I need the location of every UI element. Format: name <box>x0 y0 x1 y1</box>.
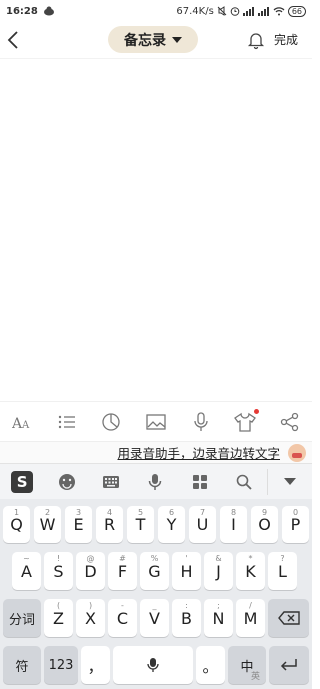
format-toolbar: AA <box>0 401 312 441</box>
language-switch-key[interactable]: 中英 <box>228 646 266 684</box>
key-g[interactable]: % G <box>140 552 169 590</box>
keyboard-button[interactable] <box>89 464 133 500</box>
key-o[interactable]: 9O <box>251 506 278 543</box>
back-arrow-icon <box>7 31 18 49</box>
page-title: 备忘录 <box>124 32 166 49</box>
key-r[interactable]: 4R <box>96 506 123 543</box>
share-icon[interactable] <box>278 410 302 434</box>
battery-indicator: 66 <box>287 5 306 17</box>
microphone-icon[interactable] <box>189 410 213 434</box>
search-button[interactable] <box>222 464 266 500</box>
key-e[interactable]: 3E <box>65 506 92 543</box>
numbers-key[interactable]: 123 <box>44 646 78 684</box>
key-i[interactable]: 8I <box>220 506 247 543</box>
key-p[interactable]: 0P <box>282 506 309 543</box>
apps-button[interactable] <box>178 464 222 500</box>
voice-icon <box>149 473 162 490</box>
sogou-logo-button[interactable]: S <box>0 464 44 500</box>
key-w[interactable]: 2W <box>34 506 61 543</box>
caret-down-icon <box>172 36 182 43</box>
key-h[interactable]: ' H <box>172 552 201 590</box>
list-icon[interactable] <box>55 410 79 434</box>
wifi-icon <box>273 7 285 16</box>
key-m[interactable]: / M <box>236 599 265 637</box>
signal-icon <box>242 7 254 16</box>
voice-assistant-suggestion[interactable]: 用录音助手，边录音边转文字 <box>0 441 312 463</box>
key-y[interactable]: 6Y <box>158 506 185 543</box>
status-bar: 16:28 67.4K/s 66 <box>0 0 312 22</box>
done-button[interactable]: 完成 <box>274 31 298 48</box>
key-c[interactable]: -C <box>108 599 137 637</box>
backspace-key[interactable] <box>268 599 309 637</box>
key-s[interactable]: ! S <box>44 552 73 590</box>
voice-input-button[interactable] <box>133 464 177 500</box>
mute-icon <box>217 6 227 16</box>
shirt-icon[interactable] <box>233 408 260 434</box>
microphone-icon <box>147 658 159 672</box>
key-t[interactable]: 5T <box>127 506 154 543</box>
key-k[interactable]: * K <box>236 552 265 590</box>
keyboard-icon <box>103 475 120 488</box>
key-j[interactable]: & J <box>204 552 233 590</box>
enter-icon <box>280 659 297 671</box>
enter-key[interactable] <box>269 646 309 684</box>
key-u[interactable]: 7U <box>189 506 216 543</box>
app-header: 备忘录 完成 <box>0 22 312 58</box>
backspace-icon <box>277 611 300 625</box>
emoji-icon <box>58 473 75 490</box>
text-style-icon[interactable]: AA <box>10 410 34 434</box>
key-d[interactable]: @ D <box>76 552 105 590</box>
ime-toolbar: S <box>0 463 312 499</box>
alarm-icon <box>230 7 240 16</box>
symbols-key[interactable]: 符 <box>3 646 41 684</box>
mascot-icon <box>288 443 306 462</box>
collapse-icon <box>283 478 296 485</box>
key-f[interactable]: # F <box>108 552 137 590</box>
network-speed: 67.4K/s <box>176 5 214 17</box>
new-badge-dot <box>254 408 260 414</box>
signal-icon-2 <box>257 7 269 16</box>
key-l[interactable]: ? L <box>268 552 297 590</box>
period-key[interactable]: 。 <box>196 646 225 684</box>
key-x[interactable]: ) X <box>76 599 105 637</box>
search-icon <box>237 474 252 490</box>
folder-selector[interactable]: 备忘录 <box>108 26 198 53</box>
back-button[interactable] <box>2 28 24 52</box>
status-time: 16:28 <box>6 5 38 17</box>
note-editor[interactable] <box>0 58 312 401</box>
svg-text:A: A <box>21 420 30 431</box>
key-b[interactable]: :B <box>172 599 201 637</box>
chart-icon[interactable] <box>99 410 123 434</box>
sogou-logo-icon: S <box>11 470 34 493</box>
image-icon[interactable] <box>144 410 168 434</box>
segment-key[interactable]: 分词 <box>3 599 41 637</box>
reminder-bell-icon[interactable] <box>246 30 266 50</box>
key-z[interactable]: (Z <box>44 599 73 637</box>
comma-key[interactable]: ， <box>81 646 110 684</box>
key-q[interactable]: 1Q <box>3 506 30 543</box>
key-v[interactable]: _ V <box>140 599 169 637</box>
keyboard: 1Q 2W 3E 4R 5T 6Y 7U 8I 9O 0P ~ A ! S @ D #… <box>0 499 312 689</box>
emoji-button[interactable] <box>44 464 88 500</box>
collapse-keyboard-button[interactable] <box>268 464 312 500</box>
apps-icon <box>192 474 207 489</box>
key-a[interactable]: ~ A <box>12 552 41 590</box>
key-n[interactable]: ; N <box>204 599 233 637</box>
space-key[interactable] <box>113 646 193 684</box>
suggestion-text[interactable]: 用录音助手，边录音边转文字 <box>117 443 280 462</box>
notification-icon <box>43 6 54 16</box>
